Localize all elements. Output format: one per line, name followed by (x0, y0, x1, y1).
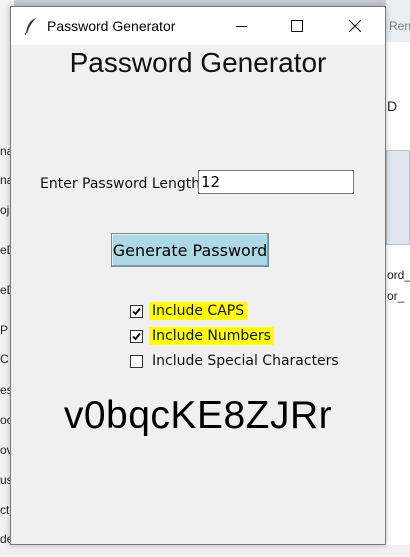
generate-password-button[interactable]: Generate Password (111, 233, 269, 267)
background-text: P (0, 323, 9, 337)
maximize-icon (291, 20, 303, 32)
background-text: D (387, 98, 398, 114)
include-numbers-label[interactable]: Include Numbers (149, 327, 274, 345)
maximize-button[interactable] (274, 7, 320, 45)
background-text: oj (0, 203, 10, 217)
generated-password: v0bqcKE8ZJRr (63, 394, 333, 437)
include-special-characters-label[interactable]: Include Special Characters (149, 352, 342, 370)
include-special-characters-checkbox[interactable] (130, 354, 143, 368)
password-length-label: Enter Password Length (40, 176, 201, 192)
title-bar[interactable]: Password Generator (11, 7, 385, 45)
include-numbers-option[interactable]: Include Numbers (130, 326, 274, 346)
close-icon (349, 20, 361, 32)
minimize-icon (236, 26, 247, 27)
background-tab: Rena (386, 0, 410, 42)
feather-icon (23, 17, 39, 35)
background-tab-label: Rena (389, 19, 410, 33)
background-text: ord_ (387, 268, 410, 282)
checkmark-icon (132, 307, 141, 315)
background-text: C (0, 352, 9, 366)
password-generator-window: Password Generator Password Generator En… (10, 6, 386, 545)
include-caps-checkbox[interactable] (130, 304, 143, 318)
window-title: Password Generator (47, 18, 176, 34)
page-title: Password Generator (69, 47, 327, 78)
include-caps-option[interactable]: Include CAPS (130, 301, 248, 321)
include-caps-label[interactable]: Include CAPS (149, 302, 248, 320)
include-numbers-checkbox[interactable] (130, 329, 143, 343)
background-taskbar-strip (0, 545, 410, 557)
password-length-input[interactable] (198, 170, 354, 194)
background-window-right: Rena D ord_ or_ (386, 0, 410, 557)
background-text: ct (0, 503, 10, 517)
background-thumbnail (386, 150, 410, 245)
include-special-characters-option[interactable]: Include Special Characters (130, 351, 342, 371)
background-text: or_ (387, 289, 405, 303)
checkmark-icon (132, 332, 141, 340)
close-button[interactable] (332, 7, 378, 45)
minimize-button[interactable] (219, 7, 265, 45)
